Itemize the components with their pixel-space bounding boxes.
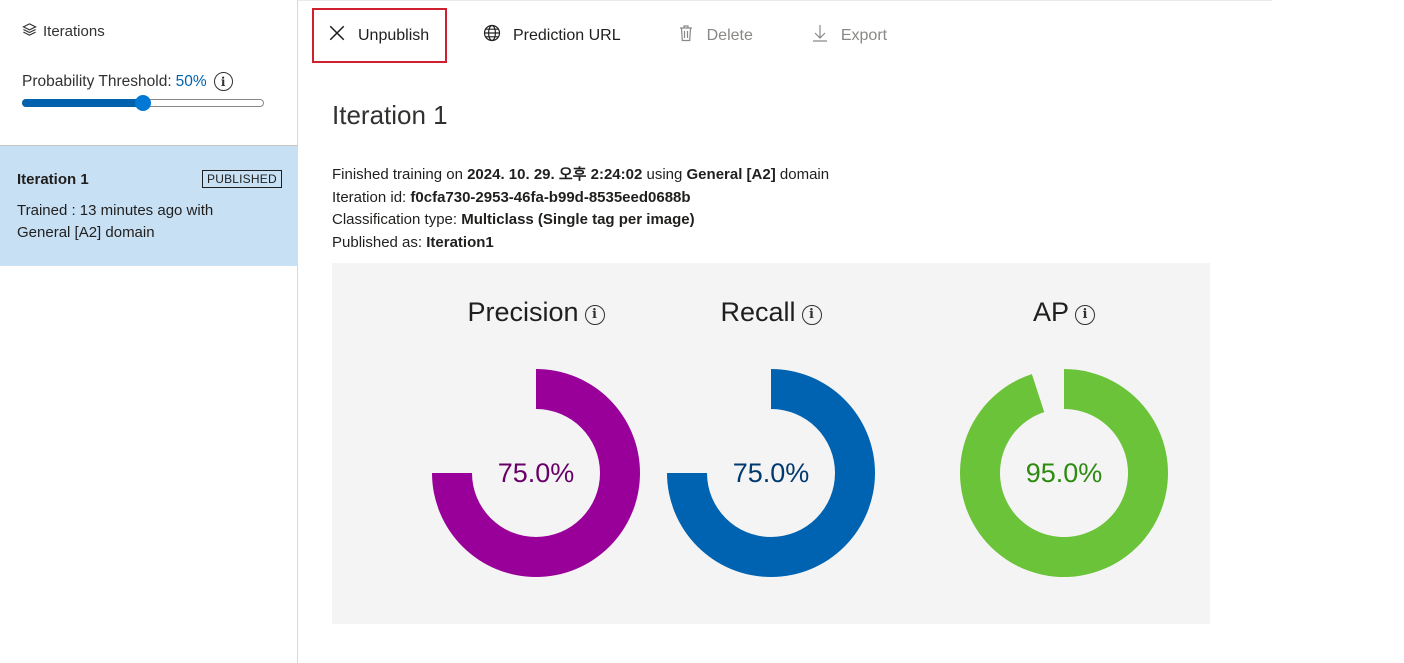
info-icon[interactable]: i: [801, 304, 822, 325]
unpublish-button[interactable]: Unpublish: [312, 8, 447, 63]
export-button[interactable]: Export: [811, 8, 887, 63]
published-as-value: Iteration1: [426, 233, 494, 251]
iteration-desc-line2: General [A2] domain: [17, 224, 155, 241]
delete-button[interactable]: Delete: [677, 8, 753, 63]
metric-percentage: 95.0%: [1025, 457, 1103, 488]
metric-name: Precision: [467, 297, 579, 327]
metric-title: AP i: [918, 297, 1210, 328]
training-info: Finished training on 2024. 10. 29. 오후 2:…: [332, 164, 829, 187]
published-badge: PUBLISHED: [202, 170, 282, 188]
info-icon[interactable]: i: [213, 72, 233, 91]
threshold-slider[interactable]: [22, 95, 264, 111]
command-toolbar: Unpublish Prediction URL Delete Export: [312, 8, 887, 63]
iterations-sidebar: Iterations Probability Threshold: 50% i …: [0, 0, 298, 663]
classification-type-label: Classification type:: [332, 211, 458, 228]
iteration-id-value: f0cfa730-2953-46fa-b99d-8535eed0688b: [410, 188, 691, 206]
trash-icon: [677, 24, 695, 47]
sidebar-header: Iterations: [22, 22, 105, 41]
iteration-name: Iteration 1: [17, 171, 89, 188]
iteration-id-label: Iteration id:: [332, 188, 407, 206]
close-icon: [328, 24, 346, 47]
unpublish-label: Unpublish: [358, 26, 430, 44]
metric-title: Recall i: [625, 297, 917, 328]
iteration-list-item[interactable]: Iteration 1 PUBLISHED Trained : 13 minut…: [0, 146, 298, 266]
training-using: using: [646, 166, 683, 183]
metric-name: AP: [1032, 297, 1070, 327]
published-as: Published as: Iteration1: [332, 232, 829, 255]
info-icon[interactable]: i: [1075, 304, 1096, 325]
prediction-url-label: Prediction URL: [513, 26, 621, 44]
threshold-value: 50%: [175, 72, 207, 90]
prediction-url-button[interactable]: Prediction URL: [483, 8, 621, 63]
slider-thumb[interactable]: [135, 95, 151, 111]
delete-label: Delete: [706, 26, 753, 44]
globe-icon: [483, 24, 501, 47]
probability-threshold: Probability Threshold: 50% i: [22, 72, 233, 91]
training-suffix: domain: [779, 166, 830, 183]
metric-percentage: 75.0%: [732, 457, 810, 488]
iteration-description: Trained : 13 minutes ago with General [A…: [17, 200, 277, 244]
iteration-desc-line1: Trained : 13 minutes ago with: [17, 202, 214, 219]
threshold-label: Probability Threshold:: [22, 72, 172, 90]
info-icon[interactable]: i: [584, 304, 605, 325]
iteration-details: Finished training on 2024. 10. 29. 오후 2:…: [332, 164, 829, 254]
slider-fill: [22, 99, 143, 107]
classification-type: Classification type: Multiclass (Single …: [332, 209, 829, 232]
metric-recall: Recall i 75.0%: [625, 263, 917, 624]
metric-name: Recall: [720, 297, 796, 327]
export-label: Export: [840, 26, 888, 44]
classification-type-value: Multiclass (Single tag per image): [461, 211, 695, 228]
download-icon: [811, 24, 829, 47]
page-title: Iteration 1: [332, 100, 448, 130]
training-domain: General [A2]: [686, 166, 776, 183]
iteration-id: Iteration id: f0cfa730-2953-46fa-b99d-85…: [332, 187, 829, 210]
metric-percentage: 75.0%: [497, 457, 575, 488]
layers-icon: [22, 22, 37, 41]
metric-ap: AP i 95.0%: [918, 263, 1210, 624]
published-as-label: Published as:: [332, 233, 423, 251]
metrics-panel: Precision i 75.0% Recall i 75.0% AP i 95…: [332, 263, 1210, 624]
training-date: 2024. 10. 29. 오후 2:24:02: [467, 166, 643, 183]
sidebar-header-label: Iterations: [43, 23, 105, 40]
training-prefix: Finished training on: [332, 166, 463, 183]
